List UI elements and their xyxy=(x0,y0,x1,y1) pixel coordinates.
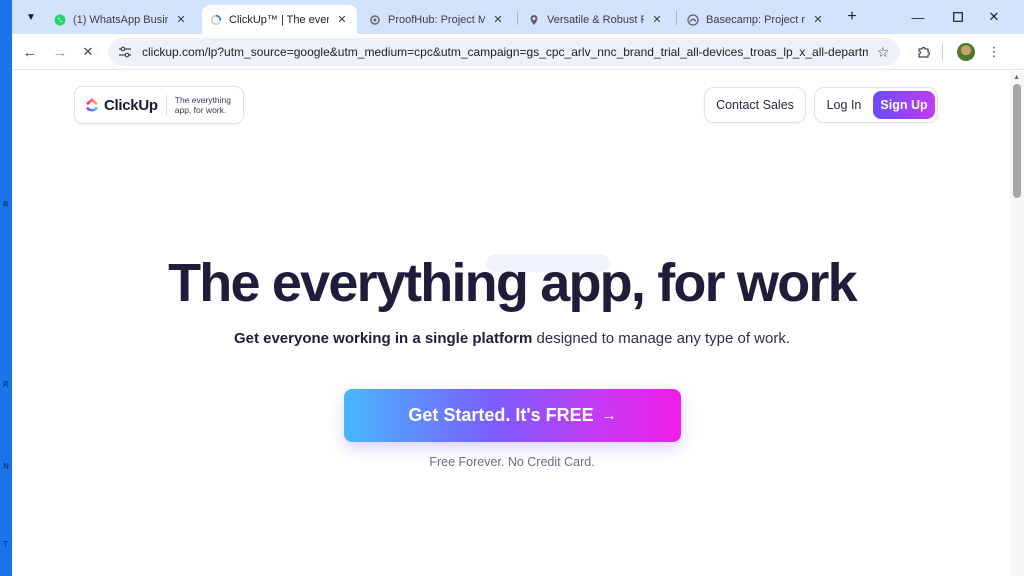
bookmark-star-icon[interactable]: ☆ xyxy=(872,41,894,63)
toolbar-divider xyxy=(938,40,946,64)
sign-up-button[interactable]: Sign Up xyxy=(873,91,935,119)
tab-title: ClickUp™ | The everything xyxy=(229,13,329,26)
location-icon xyxy=(528,14,540,26)
close-tab-icon[interactable]: ✕ xyxy=(174,13,188,27)
desktop-fragment: T xyxy=(3,540,8,549)
proofhub-icon xyxy=(369,14,381,26)
tab-title: ProofHub: Project Mana xyxy=(388,13,485,26)
hero-subtitle: Get everyone working in a single platfor… xyxy=(12,328,1012,349)
address-bar[interactable]: clickup.com/lp?utm_source=google&utm_med… xyxy=(108,38,900,66)
loading-icon xyxy=(210,14,222,26)
logo-tagline: The everything app, for work. xyxy=(174,95,231,115)
tab-clickup[interactable]: ClickUp™ | The everything ✕ xyxy=(202,5,357,34)
log-in-button[interactable]: Log In xyxy=(815,91,873,119)
hero-subtitle-bold: Get everyone working in a single platfor… xyxy=(233,330,533,347)
close-tab-icon[interactable]: ✕ xyxy=(650,13,664,27)
tab-title: (1) WhatsApp Business xyxy=(73,13,168,26)
minimize-icon[interactable]: — xyxy=(900,4,936,30)
get-started-button[interactable]: Get Started. It's FREE → xyxy=(344,389,681,442)
logo-wordmark: ClickUp xyxy=(104,96,158,114)
extensions-puzzle-icon[interactable] xyxy=(912,40,936,64)
arrow-right-icon: → xyxy=(601,407,617,424)
get-started-label: Get Started. It's FREE xyxy=(408,405,594,425)
profile-avatar[interactable] xyxy=(957,43,975,61)
forward-arrow-icon[interactable]: → xyxy=(46,38,74,66)
web-page: ClickUp The everything app, for work. Co… xyxy=(12,71,1024,576)
logo-divider xyxy=(165,95,167,115)
desktop-fragment: N xyxy=(3,462,9,471)
tab-title: Versatile & Robust Proj xyxy=(547,13,644,26)
desktop-fragment: R xyxy=(3,200,9,209)
tab-title: Basecamp: Project mana xyxy=(706,13,805,26)
scroll-up-arrow-icon[interactable]: ▲ xyxy=(1013,74,1020,81)
close-tab-icon[interactable]: ✕ xyxy=(491,13,505,27)
basecamp-icon xyxy=(687,13,699,26)
back-arrow-icon[interactable]: ← xyxy=(16,38,44,66)
hero-subtitle-rest: designed to manage any type of work. xyxy=(532,330,791,347)
free-forever-note: Free Forever. No Credit Card. xyxy=(429,455,595,469)
close-tab-icon[interactable]: ✕ xyxy=(811,13,825,27)
tab-versatile[interactable]: Versatile & Robust Proj ✕ xyxy=(520,5,672,34)
site-info-icon[interactable] xyxy=(112,41,138,63)
window-close-icon[interactable]: ✕ xyxy=(976,4,1012,30)
whatsapp-icon xyxy=(54,14,66,26)
tab-search-chevron-icon[interactable]: ▼ xyxy=(20,6,42,28)
browser-window: ▼ (1) WhatsApp Business ✕ ClickUp™ | The… xyxy=(12,0,1024,576)
desktop-fragment: R xyxy=(3,380,9,389)
scrollbar-thumb[interactable] xyxy=(1013,84,1021,198)
hero-title: The everything app, for work xyxy=(168,253,858,313)
tab-proofhub[interactable]: ProofHub: Project Mana ✕ xyxy=(361,5,513,34)
tab-whatsapp[interactable]: (1) WhatsApp Business ✕ xyxy=(46,5,196,34)
auth-button-group: Log In Sign Up xyxy=(814,87,938,123)
tab-separator xyxy=(517,11,518,25)
clickup-logo-mark-icon xyxy=(86,98,98,112)
browser-toolbar: ← → ✕ clickup.com/lp?utm_source=google&u… xyxy=(12,34,1024,70)
contact-sales-button[interactable]: Contact Sales xyxy=(704,87,806,123)
maximize-icon[interactable] xyxy=(940,4,976,30)
tab-separator xyxy=(676,11,677,25)
url-text[interactable]: clickup.com/lp?utm_source=google&utm_med… xyxy=(142,45,868,59)
tab-basecamp[interactable]: Basecamp: Project mana ✕ xyxy=(679,5,833,34)
new-tab-plus-icon[interactable]: + xyxy=(841,6,863,28)
kebab-menu-icon[interactable]: ⋮ xyxy=(982,40,1006,64)
close-tab-icon[interactable]: ✕ xyxy=(335,13,349,27)
tab-strip: ▼ (1) WhatsApp Business ✕ ClickUp™ | The… xyxy=(12,0,1024,34)
clickup-logo[interactable]: ClickUp The everything app, for work. xyxy=(74,86,244,124)
stop-loading-icon[interactable]: ✕ xyxy=(74,38,102,66)
